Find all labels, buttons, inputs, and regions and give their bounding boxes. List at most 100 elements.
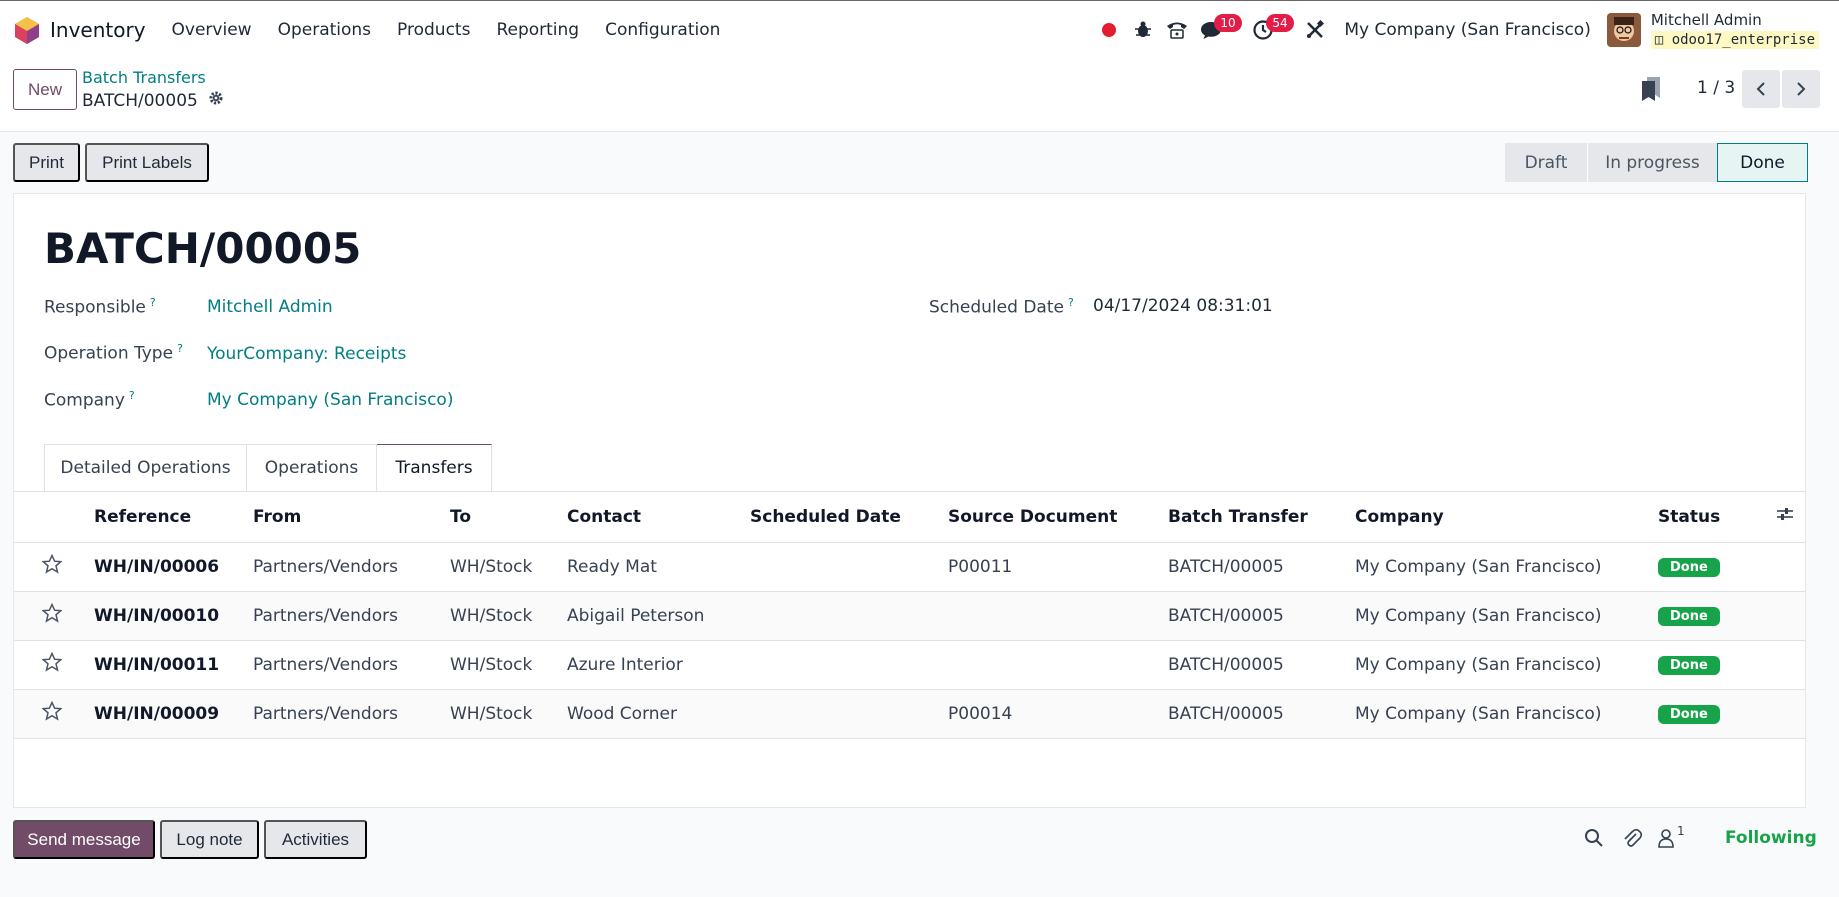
followers-icon[interactable]: 1 xyxy=(1657,824,1685,853)
debug-bug-icon[interactable] xyxy=(1126,13,1160,47)
activities-badge: 54 xyxy=(1266,14,1294,32)
cell-to: WH/Stock xyxy=(450,640,567,690)
send-message-button[interactable]: Send message xyxy=(13,820,155,859)
following-button[interactable]: Following xyxy=(1725,828,1817,848)
record-name: BATCH/00005 xyxy=(82,90,198,111)
recording-dot-icon[interactable] xyxy=(1092,13,1126,47)
pager-next-button[interactable] xyxy=(1782,70,1820,108)
table-row[interactable]: WH/IN/00006 Partners/Vendors WH/Stock Re… xyxy=(14,542,1805,592)
navbar-systray: 10 54 My Company (San Francisco) Mitchel… xyxy=(1092,1,1839,59)
messages-icon[interactable]: 10 xyxy=(1194,13,1242,47)
cell-company: My Company (San Francisco) xyxy=(1355,689,1658,739)
column-contact[interactable]: Contact xyxy=(567,492,750,543)
stage-in-progress[interactable]: In progress xyxy=(1587,143,1717,182)
activities-button[interactable]: Activities xyxy=(264,820,367,859)
company-field[interactable]: My Company (San Francisco) xyxy=(207,390,453,410)
tab-transfers[interactable]: Transfers xyxy=(377,444,492,491)
app-name[interactable]: Inventory xyxy=(50,18,146,42)
favorite-star-icon[interactable] xyxy=(14,640,94,690)
stage-done[interactable]: Done xyxy=(1717,143,1808,182)
user-avatar[interactable] xyxy=(1606,13,1641,47)
cell-contact: Wood Corner xyxy=(567,689,750,739)
followers-count: 1 xyxy=(1677,824,1685,838)
cell-scheduled-date xyxy=(750,591,948,641)
column-reference[interactable]: Reference xyxy=(94,492,253,543)
cell-reference: WH/IN/00009 xyxy=(94,689,253,739)
print-button[interactable]: Print xyxy=(13,143,80,182)
status-badge: Done xyxy=(1658,558,1720,577)
tools-icon[interactable] xyxy=(1298,13,1332,47)
operation-type-label: Operation Type? xyxy=(44,342,183,364)
tab-detailed-operations[interactable]: Detailed Operations xyxy=(44,444,247,491)
column-scheduled-date[interactable]: Scheduled Date xyxy=(750,492,948,543)
user-name: Mitchell Admin xyxy=(1650,11,1762,29)
help-tooltip-icon[interactable]: ? xyxy=(150,296,156,309)
bookmark-icon[interactable] xyxy=(1640,76,1662,107)
menu-overview[interactable]: Overview xyxy=(172,20,252,40)
help-tooltip-icon[interactable]: ? xyxy=(129,389,135,402)
user-menu[interactable]: Mitchell Admin ◫ odoo17_enterprise xyxy=(1650,11,1819,49)
table-row[interactable]: WH/IN/00010 Partners/Vendors WH/Stock Ab… xyxy=(14,591,1805,641)
operation-type-field[interactable]: YourCompany: Receipts xyxy=(207,344,406,364)
column-from[interactable]: From xyxy=(253,492,450,543)
print-labels-button[interactable]: Print Labels xyxy=(85,143,209,182)
cell-company: My Company (San Francisco) xyxy=(1355,591,1658,641)
table-row[interactable]: WH/IN/00011 Partners/Vendors WH/Stock Az… xyxy=(14,640,1805,690)
cell-to: WH/Stock xyxy=(450,689,567,739)
scheduled-date-field[interactable]: 04/17/2024 08:31:01 xyxy=(1093,296,1273,316)
cell-reference: WH/IN/00010 xyxy=(94,591,253,641)
paperclip-icon[interactable] xyxy=(1622,828,1643,853)
column-batch-transfer[interactable]: Batch Transfer xyxy=(1168,492,1355,543)
menu-configuration[interactable]: Configuration xyxy=(605,20,720,40)
help-tooltip-icon[interactable]: ? xyxy=(1068,296,1074,309)
column-status[interactable]: Status xyxy=(1658,492,1776,543)
help-tooltip-icon[interactable]: ? xyxy=(177,342,183,355)
cell-to: WH/Stock xyxy=(450,591,567,641)
form-sheet: BATCH/00005 Responsible? Mitchell Admin … xyxy=(13,193,1806,808)
database-name: ◫ odoo17_enterprise xyxy=(1650,31,1819,49)
pager-value[interactable]: 1 / 3 xyxy=(1697,78,1735,98)
company-switcher[interactable]: My Company (San Francisco) xyxy=(1344,20,1590,40)
column-company[interactable]: Company xyxy=(1355,492,1658,543)
scheduled-date-label: Scheduled Date? xyxy=(929,296,1074,318)
responsible-label: Responsible? xyxy=(44,296,156,318)
cell-scheduled-date xyxy=(750,689,948,739)
cell-batch-transfer: BATCH/00005 xyxy=(1168,640,1355,690)
phone-icon[interactable] xyxy=(1160,13,1194,47)
gear-icon[interactable] xyxy=(208,90,224,111)
column-source-document[interactable]: Source Document xyxy=(948,492,1168,543)
cell-from: Partners/Vendors xyxy=(253,689,450,739)
new-button[interactable]: New xyxy=(13,69,77,110)
column-to[interactable]: To xyxy=(450,492,567,543)
cell-company: My Company (San Francisco) xyxy=(1355,542,1658,592)
responsible-field[interactable]: Mitchell Admin xyxy=(207,297,333,317)
transfers-table: Reference From To Contact Scheduled Date… xyxy=(14,492,1805,739)
cell-source-document: P00011 xyxy=(948,542,1168,592)
table-row[interactable]: WH/IN/00009 Partners/Vendors WH/Stock Wo… xyxy=(14,689,1805,739)
statusbar: Draft In progress Done xyxy=(1505,143,1808,182)
search-icon[interactable] xyxy=(1584,828,1604,853)
breadcrumb-batch-transfers[interactable]: Batch Transfers xyxy=(82,68,206,87)
tab-operations[interactable]: Operations xyxy=(247,444,377,491)
menu-reporting[interactable]: Reporting xyxy=(496,20,579,40)
chevron-left-icon xyxy=(1756,82,1765,96)
favorite-star-icon[interactable] xyxy=(14,689,94,739)
pager-previous-button[interactable] xyxy=(1742,70,1780,108)
menu-products[interactable]: Products xyxy=(397,20,470,40)
cell-reference: WH/IN/00006 xyxy=(94,542,253,592)
favorite-star-icon[interactable] xyxy=(14,542,94,592)
menu-operations[interactable]: Operations xyxy=(278,20,371,40)
app-logo-icon[interactable] xyxy=(12,15,42,45)
stage-draft[interactable]: Draft xyxy=(1505,143,1587,182)
status-badge: Done xyxy=(1658,705,1720,724)
company-label: Company? xyxy=(44,389,135,411)
cell-from: Partners/Vendors xyxy=(253,591,450,641)
cell-from: Partners/Vendors xyxy=(253,640,450,690)
control-panel: New Batch Transfers BATCH/00005 1 / 3 xyxy=(0,58,1839,132)
cell-source-document: P00014 xyxy=(948,689,1168,739)
optional-columns-toggle[interactable] xyxy=(1776,492,1805,543)
log-note-button[interactable]: Log note xyxy=(160,820,259,859)
favorite-star-icon[interactable] xyxy=(14,591,94,641)
activities-clock-icon[interactable]: 54 xyxy=(1246,13,1294,47)
cell-batch-transfer: BATCH/00005 xyxy=(1168,591,1355,641)
